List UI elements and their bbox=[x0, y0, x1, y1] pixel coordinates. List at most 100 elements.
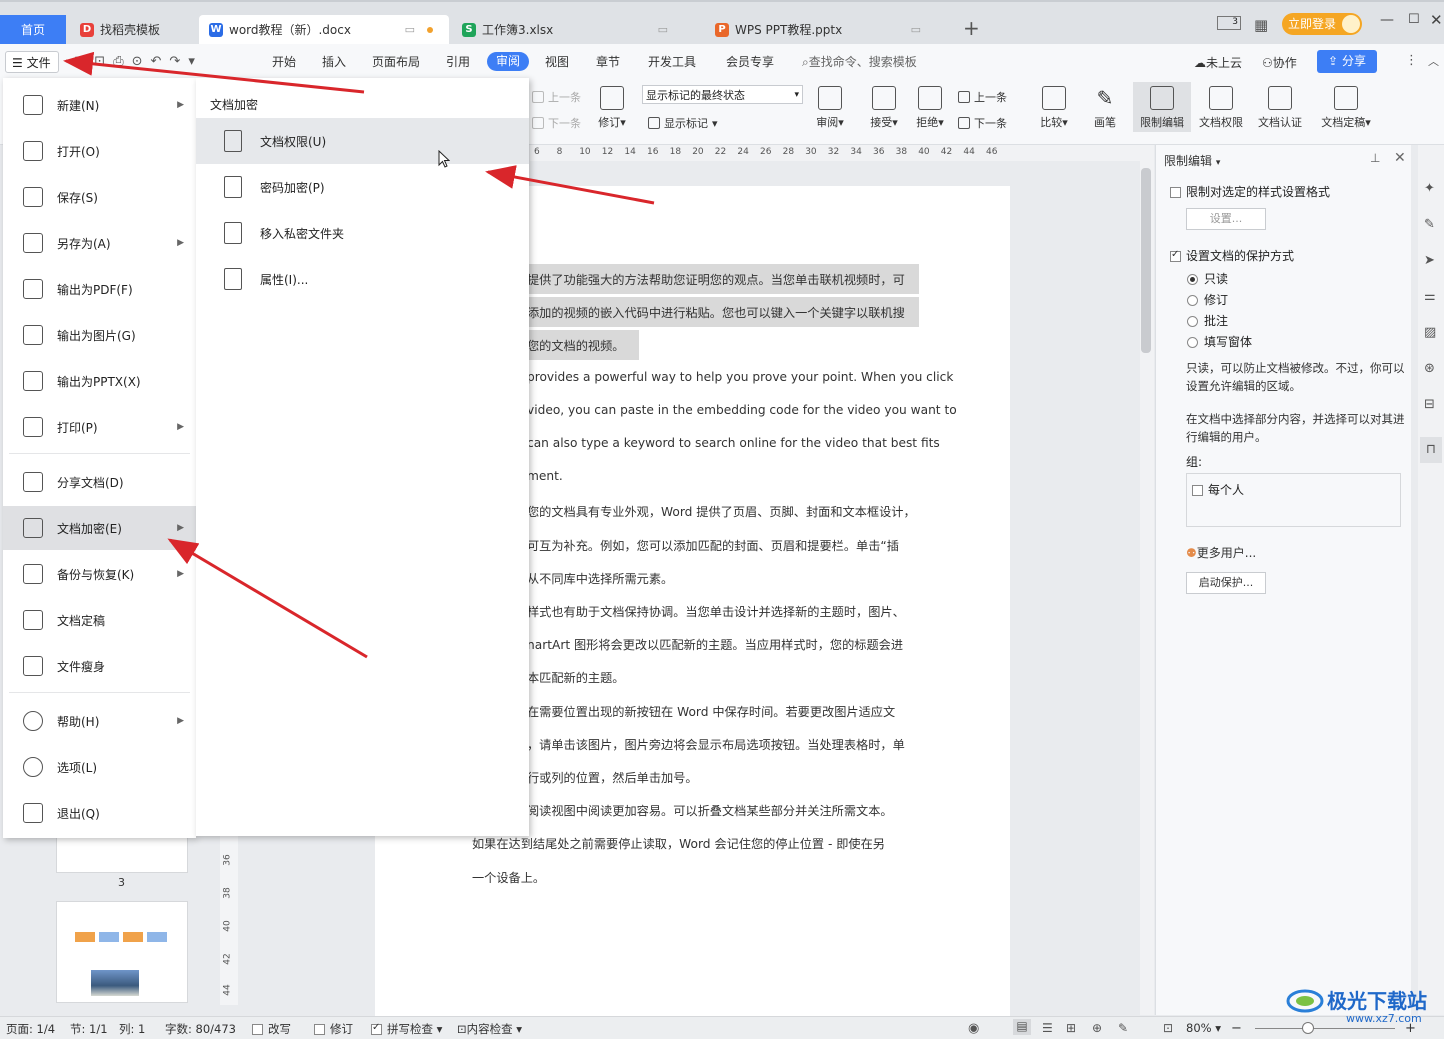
fit-page-icon[interactable]: ⊡ bbox=[1163, 1021, 1173, 1035]
pen-button[interactable]: ✎ 画笔 bbox=[1087, 86, 1123, 130]
tab-home[interactable]: 首页 bbox=[0, 15, 66, 44]
preview-icon[interactable]: ⊙ bbox=[132, 54, 151, 69]
book-icon[interactable]: ⊟ bbox=[1424, 397, 1435, 412]
web-view-icon[interactable]: ⊕ bbox=[1092, 1021, 1102, 1035]
file-menu-button[interactable]: ☰ 文件 bbox=[5, 51, 59, 73]
tab-ppt[interactable]: P WPS PPT教程.pptx ▭ bbox=[705, 15, 955, 44]
prev-change-button[interactable]: 上一条 bbox=[958, 89, 1007, 105]
zoom-level[interactable]: 80% ▾ bbox=[1186, 1021, 1221, 1035]
markup-mode-select[interactable]: 显示标记的最终状态 ▾ bbox=[642, 85, 803, 104]
menu-item-private-folder[interactable]: 移入私密文件夹 bbox=[196, 210, 529, 256]
menu-item-export-image[interactable]: 输出为图片(G) bbox=[3, 313, 196, 357]
start-protection-button[interactable]: 启动保护... bbox=[1186, 572, 1266, 594]
monitor-icon[interactable]: ▭ bbox=[405, 23, 415, 36]
tab-doc[interactable]: W word教程（新）.docx ▭ bbox=[199, 15, 449, 44]
word-count[interactable]: 字数: 80/473 bbox=[165, 1021, 236, 1037]
tab-view[interactable]: 视图 bbox=[545, 53, 569, 70]
save-icon[interactable]: ▣ bbox=[74, 54, 94, 69]
doc-cert-button[interactable]: 文档认证 bbox=[1254, 86, 1306, 130]
adjust-icon[interactable]: ⚌ bbox=[1424, 289, 1436, 304]
pen-icon[interactable]: ✎ bbox=[1424, 217, 1435, 232]
next-change-button[interactable]: 下一条 bbox=[958, 115, 1007, 131]
export-icon[interactable]: ⊡ bbox=[94, 54, 113, 69]
tab-member[interactable]: 会员专享 bbox=[726, 53, 774, 70]
tab-devtools[interactable]: 开发工具 bbox=[648, 53, 696, 70]
grid-icon[interactable]: ▦ bbox=[1254, 16, 1268, 34]
menu-item-properties[interactable]: 属性(I)... bbox=[196, 256, 529, 302]
everyone-option[interactable]: 每个人 bbox=[1192, 481, 1244, 498]
zoom-slider[interactable] bbox=[1255, 1028, 1395, 1029]
tab-template[interactable]: D 找稻壳模板 bbox=[70, 15, 196, 44]
reject-button[interactable]: 拒绝▾ bbox=[912, 86, 948, 130]
doc-rights-button[interactable]: 文档权限 bbox=[1195, 86, 1247, 130]
cloud-status[interactable]: ☁未上云 bbox=[1194, 54, 1242, 71]
edit-view-icon[interactable]: ✎ bbox=[1118, 1021, 1128, 1035]
share-button[interactable]: ⇪ 分享 bbox=[1317, 50, 1377, 73]
tab-xls[interactable]: S 工作簿3.xlsx ▭ bbox=[452, 15, 702, 44]
revise-button[interactable]: 修订▾ bbox=[594, 86, 630, 130]
more-icon[interactable]: ⋮ bbox=[1405, 53, 1418, 68]
menu-item-options[interactable]: 选项(L) bbox=[3, 745, 196, 789]
outline-view-icon[interactable]: ☰ bbox=[1042, 1021, 1053, 1035]
next-comment-button[interactable]: 下一条 bbox=[532, 115, 581, 131]
overwrite-toggle[interactable]: 改写 bbox=[252, 1021, 291, 1037]
command-search[interactable]: ⌕查找命令、搜索模板 bbox=[802, 53, 917, 70]
lock-icon[interactable]: ⊓ bbox=[1420, 437, 1442, 463]
maximize-icon[interactable]: ☐ bbox=[1408, 12, 1420, 27]
menu-item-exit[interactable]: 退出(Q) bbox=[3, 791, 196, 835]
menu-item-finalize[interactable]: 文档定稿 bbox=[3, 598, 196, 642]
settings-button[interactable]: 设置... bbox=[1186, 208, 1266, 230]
show-markup-button[interactable]: 显示标记 ▾ bbox=[648, 115, 718, 131]
tab-review[interactable]: 审阅 bbox=[487, 52, 529, 71]
format-restrict-checkbox[interactable] bbox=[1170, 187, 1181, 198]
menu-item-save[interactable]: 保存(S) bbox=[3, 175, 196, 219]
collapse-ribbon-icon[interactable]: ︿ bbox=[1428, 53, 1439, 69]
collab-button[interactable]: ⚇协作 bbox=[1262, 54, 1297, 71]
image-icon[interactable]: ▨ bbox=[1424, 325, 1436, 340]
quick-access-toolbar[interactable]: ▣⊡⎙⊙↶↷▾ bbox=[74, 54, 203, 69]
menu-item-export-pptx[interactable]: 输出为PPTX(X) bbox=[3, 359, 196, 403]
spell-check-toggle[interactable]: 拼写检查 ▾ bbox=[371, 1021, 442, 1037]
protection-option[interactable]: 设置文档的保护方式 bbox=[1170, 247, 1294, 264]
close-icon[interactable]: ✕ bbox=[1394, 150, 1406, 166]
close-icon[interactable]: ✕ bbox=[1430, 11, 1443, 29]
format-restrict-option[interactable]: 限制对选定的样式设置格式 bbox=[1170, 183, 1330, 200]
revise-toggle[interactable]: 修订 bbox=[314, 1021, 353, 1037]
more-users-link[interactable]: ⚉更多用户... bbox=[1186, 544, 1256, 561]
menu-item-print[interactable]: 打印(P) ▶ bbox=[3, 405, 196, 449]
login-button[interactable]: 立即登录 bbox=[1282, 13, 1362, 35]
everyone-checkbox[interactable] bbox=[1192, 485, 1203, 496]
menu-item-slim[interactable]: 文件瘦身 bbox=[3, 644, 196, 688]
monitor-icon[interactable]: ▭ bbox=[911, 23, 921, 36]
new-tab-button[interactable]: + bbox=[963, 16, 980, 40]
tab-insert[interactable]: 插入 bbox=[322, 53, 346, 70]
doc-final-button[interactable]: 文档定稿▾ bbox=[1316, 86, 1376, 130]
pointer-icon[interactable]: ➤ bbox=[1424, 253, 1435, 268]
pin-icon[interactable]: ⊥ bbox=[1370, 151, 1380, 165]
mode-comment[interactable]: 批注 bbox=[1187, 312, 1228, 329]
tab-start[interactable]: 开始 bbox=[272, 53, 296, 70]
redo-icon[interactable]: ↷ bbox=[169, 54, 188, 69]
menu-item-help[interactable]: 帮助(H) ▶ bbox=[3, 699, 196, 743]
review-pane-button[interactable]: 审阅▾ bbox=[812, 86, 848, 130]
zoom-out-icon[interactable]: − bbox=[1231, 1021, 1242, 1036]
radio[interactable] bbox=[1187, 316, 1198, 327]
restrict-edit-button[interactable]: 限制编辑 bbox=[1133, 82, 1191, 132]
page-view-icon[interactable]: ▤ bbox=[1013, 1019, 1031, 1035]
location-icon[interactable]: ⊛ bbox=[1424, 361, 1435, 376]
eye-icon[interactable]: ◉ bbox=[968, 1021, 979, 1036]
panel-title[interactable]: 限制编辑 ▾ bbox=[1164, 152, 1220, 169]
menu-item-password[interactable]: 密码加密(P) bbox=[196, 164, 529, 210]
menu-item-open[interactable]: 打开(O) bbox=[3, 129, 196, 173]
menu-item-share[interactable]: 分享文档(D) bbox=[3, 460, 196, 504]
menu-item-doc-rights[interactable]: 文档权限(U) bbox=[196, 118, 529, 164]
scrollbar-thumb[interactable] bbox=[1141, 168, 1151, 353]
print-icon[interactable]: ⎙ bbox=[113, 54, 131, 69]
radio[interactable] bbox=[1187, 295, 1198, 306]
view-badge[interactable]: 3 bbox=[1217, 16, 1241, 30]
content-check-button[interactable]: ⊡内容检查 ▾ bbox=[457, 1021, 522, 1037]
mode-revise[interactable]: 修订 bbox=[1187, 291, 1228, 308]
tab-reference[interactable]: 引用 bbox=[446, 53, 470, 70]
menu-item-backup[interactable]: 备份与恢复(K) ▶ bbox=[3, 552, 196, 596]
tab-layout[interactable]: 页面布局 bbox=[372, 53, 420, 70]
